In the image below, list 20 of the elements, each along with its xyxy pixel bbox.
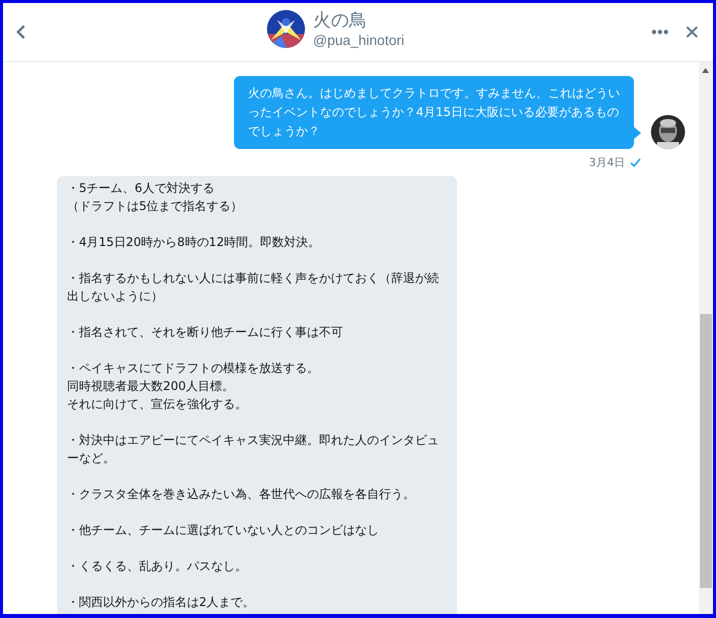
message-text: ・ペイキャスにてドラフトの模様を放送する。 [67,360,319,377]
contact-handle: @pua_hinotori [313,32,404,48]
message-text: 火の鳥さん。はじめましてクラトロです。すみません、これはどういったイベントなのでしょうか？4月15日に大阪にいる必要があるものでしょうか？ [248,85,620,140]
message-time: 3月4日 [589,155,625,170]
scrollbar-thumb[interactable] [700,314,712,588]
message-text: ・関西以外からの指名は2人まで。 [67,594,255,611]
scroll-up-icon[interactable] [702,68,709,73]
message-text: 同時視聴者最大数200人目標。 [67,378,234,395]
scrollbar[interactable] [699,62,713,614]
message-text: ・対決中はエアビーにてペイキャス実況中継。即れた人のインタビューなど。 [67,432,440,467]
message-text: ・指名されて、それを断り他チームに行く事は不可 [67,324,343,341]
message-text: （ドラフトは5位まで指名する） [67,198,243,215]
message-text: ・他チーム、チームに選ばれていない人とのコンビはなし [67,522,379,539]
message-text: ・くるくる、乱あり。パスなし。 [67,558,247,575]
contact-name: 火の鳥 [313,10,368,32]
message-text: ・5チーム、6人で対決する [67,180,214,197]
message-text: ・クラスタ全体を巻き込みたい為、各世代への広報を各自行う。 [67,486,415,503]
message-text: ・4月15日20時から8時の12時間。即数対決。 [67,234,320,251]
message-text: ・指名するかもしれない人には事前に軽く声をかけておく（辞退が続出しないように） [67,270,440,305]
message-text: それに向けて、宣伝を強化する。 [67,396,247,413]
